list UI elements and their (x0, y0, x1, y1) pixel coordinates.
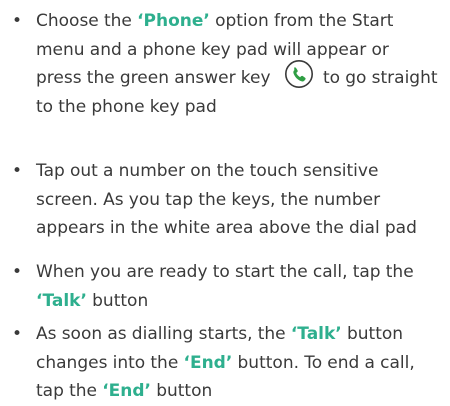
list-item-text: Tap out a number on the touch sensitive … (36, 161, 417, 238)
text-segment: As soon as dialling starts, the (36, 324, 291, 344)
text-segment: button (151, 381, 213, 401)
text-segment: button (86, 290, 149, 311)
bullet-marker: • (12, 11, 23, 31)
talk-button-label: ‘Talk’ (290, 324, 342, 344)
end-button-label: ‘End’ (102, 381, 151, 401)
list-item-text: When you are ready to start the call, ta… (36, 258, 438, 315)
text-segment: Choose the (36, 11, 138, 31)
text-segment: When you are ready to start the call, ta… (36, 262, 414, 282)
talk-button-label: ‘Talk’ (36, 290, 87, 311)
bullet-marker: • (12, 324, 23, 344)
list-item-4: • As soon as dialling starts, the ‘Talk’… (0, 320, 440, 404)
list-item-3: • When you are ready to start the call, … (0, 258, 440, 318)
list-item-text: Choose the ‘Phone’ option from the Start… (36, 7, 438, 121)
bullet-marker: • (12, 262, 23, 282)
green-answer-key-icon (284, 59, 314, 89)
phone-option-label: ‘Phone’ (137, 11, 210, 31)
end-button-label: ‘End’ (183, 352, 233, 373)
list-item-1: • Choose the ‘Phone’ option from the Sta… (0, 7, 440, 127)
list-item-text: As soon as dialling starts, the ‘Talk’ b… (36, 320, 438, 406)
list-item-2: • Tap out a number on the touch sensitiv… (0, 157, 440, 247)
bullet-marker: • (12, 161, 23, 181)
